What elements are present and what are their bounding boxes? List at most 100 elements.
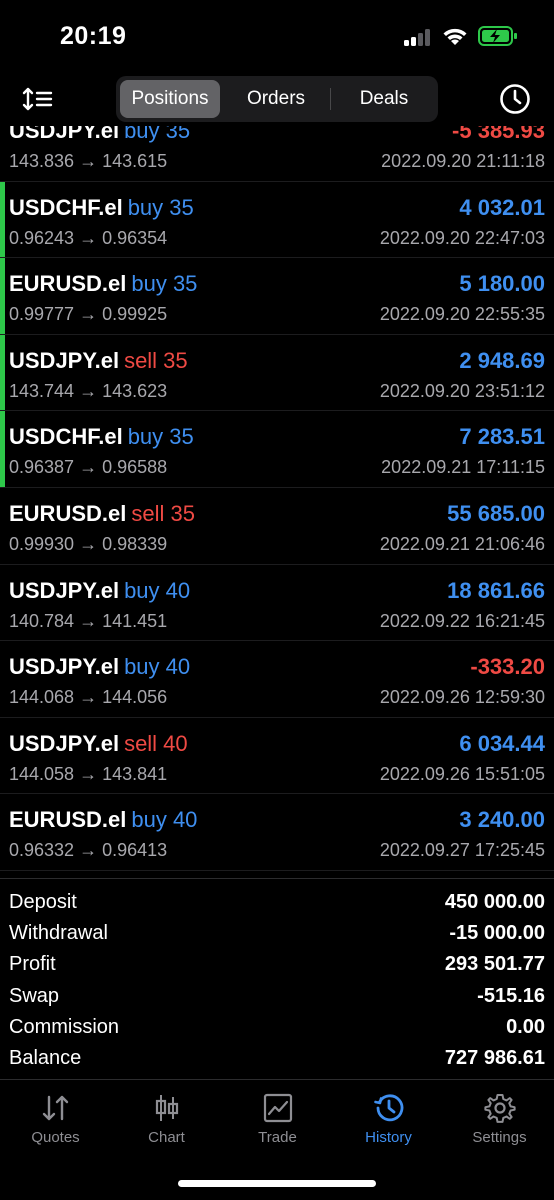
deal-side: sell 40: [124, 730, 188, 756]
deal-side: buy 40: [124, 654, 191, 680]
deal-prices: 144.058 → 143.841: [9, 763, 168, 784]
status-bar: 20:19: [0, 0, 554, 72]
summary-row-swap: Swap -515.16: [0, 983, 554, 1014]
deal-symbol: USDJPY.el: [9, 347, 120, 373]
tab-deals[interactable]: Deals: [334, 80, 434, 118]
tab-positions[interactable]: Positions: [120, 80, 220, 118]
history-toolbar: Positions Orders Deals: [0, 72, 554, 126]
deal-side: buy 40: [124, 577, 191, 603]
deal-row[interactable]: EURUSD.el buy 40 3 240.00 0.96332 → 0.96413…: [0, 794, 554, 871]
deal-symbol: EURUSD.el: [9, 500, 127, 526]
deal-side: buy 35: [127, 194, 194, 220]
deal-row-top: EURUSD.el buy 40 3 240.00: [9, 807, 545, 837]
deal-row-top: USDCHF.el buy 35 7 283.51: [9, 424, 545, 454]
summary-value: -515.16: [477, 984, 545, 1007]
deal-row-top: EURUSD.el sell 35 55 685.00: [9, 501, 545, 531]
deal-time: 2022.09.20 23:51:12: [379, 380, 545, 401]
deal-time: 2022.09.20 22:47:03: [379, 227, 545, 248]
deal-profit: 5 180.00: [459, 271, 545, 297]
deals-list[interactable]: USDJPY.el buy 35 -5 385.93 143.836 → 143.61…: [0, 126, 554, 878]
deal-time: 2022.09.27 17:25:45: [379, 840, 545, 861]
tab-history[interactable]: History: [333, 1093, 444, 1157]
deal-row-top: USDJPY.el sell 35 2 948.69: [9, 348, 545, 378]
deal-symbol: USDJPY.el: [9, 126, 120, 143]
deal-row[interactable]: USDJPY.el buy 40 -333.20 144.068 → 144.056 2…: [0, 641, 554, 718]
candlestick-icon: [155, 1095, 178, 1121]
tab-settings[interactable]: Settings: [444, 1093, 554, 1157]
deal-row-bottom: 0.96243 → 0.96354 2022.09.20 22:47:03: [9, 228, 545, 252]
deal-row-bottom: 0.99777 → 0.99925 2022.09.20 22:55:35: [9, 304, 545, 328]
deal-profit: 6 034.44: [459, 730, 545, 756]
deal-row-top: USDJPY.el buy 35 -5 385.93: [9, 126, 545, 148]
deal-row-bottom: 0.99930 → 0.98339 2022.09.21 21:06:46: [9, 534, 545, 558]
deal-side: buy 35: [124, 126, 191, 143]
deal-profit: -5 385.93: [452, 126, 545, 143]
deal-time: 2022.09.21 21:06:46: [379, 533, 545, 554]
summary-label: Balance: [9, 1046, 82, 1069]
deal-side: sell 35: [124, 347, 188, 373]
tab-history-label: History: [365, 1129, 412, 1146]
deal-row[interactable]: USDCHF.el buy 35 7 283.51 0.96387 → 0.96588…: [0, 411, 554, 488]
tab-quotes[interactable]: Quotes: [0, 1093, 111, 1157]
deal-row-bottom: 144.058 → 143.841 2022.09.26 15:51:05: [9, 764, 545, 788]
battery-charging-icon: [478, 26, 517, 46]
tab-quotes-label: Quotes: [31, 1129, 80, 1146]
deal-profit: 18 861.66: [447, 577, 545, 603]
summary-label: Profit: [9, 953, 56, 976]
tab-chart[interactable]: Chart: [111, 1093, 222, 1157]
summary-label: Deposit: [9, 891, 77, 913]
deal-side: buy 35: [127, 424, 194, 450]
deal-row-bottom: 0.96387 → 0.96588 2022.09.21 17:11:15: [9, 457, 545, 481]
deal-row[interactable]: EURUSD.el buy 35 5 180.00 0.99777 → 0.99925…: [0, 258, 554, 335]
period-clock-icon[interactable]: [498, 82, 532, 116]
deal-row-bottom: 143.744 → 143.623 2022.09.20 23:51:12: [9, 381, 545, 405]
deal-symbol: USDCHF.el: [9, 194, 123, 220]
deal-row-bottom: 0.96332 → 0.96413 2022.09.27 17:25:45: [9, 840, 545, 864]
deal-row[interactable]: USDCHF.el buy 35 4 032.01 0.96243 → 0.96354…: [0, 181, 554, 259]
deal-row-top: USDJPY.el buy 40 -333.20: [9, 654, 545, 684]
trade-chart-icon: [263, 1093, 292, 1123]
history-clock-icon: [373, 1094, 403, 1122]
deal-row-bottom: 140.784 → 141.451 2022.09.22 16:21:45: [9, 611, 545, 635]
summary-row-withdrawal: Withdrawal -15 000.00: [0, 920, 554, 951]
deal-side: buy 40: [131, 807, 198, 833]
summary-label: Commission: [9, 1015, 120, 1038]
summary-value: 727 986.61: [444, 1046, 545, 1069]
deal-prices: 140.784 → 141.451: [9, 610, 168, 631]
summary-label: Swap: [9, 984, 60, 1007]
deal-profit: -333.20: [470, 654, 545, 680]
deal-side: sell 35: [131, 500, 195, 526]
wifi-icon: [443, 28, 467, 45]
deal-row[interactable]: USDJPY.el buy 35 -5 385.93 143.836 → 143.61…: [0, 126, 554, 182]
deal-row-top: USDJPY.el buy 40 18 861.66: [9, 578, 545, 608]
deal-time: 2022.09.20 22:55:35: [379, 304, 545, 325]
deal-side: buy 35: [131, 271, 198, 297]
deal-time: 2022.09.22 16:21:45: [379, 610, 545, 631]
deal-time: 2022.09.21 17:11:15: [381, 457, 545, 478]
deal-prices: 144.068 → 144.056: [9, 687, 168, 708]
summary-label: Withdrawal: [9, 922, 108, 945]
quotes-arrows-icon: [42, 1095, 68, 1121]
deal-time: 2022.09.20 21:11:18: [381, 151, 545, 171]
deal-row-top: USDCHF.el buy 35 4 032.01: [9, 195, 545, 225]
tab-chart-label: Chart: [148, 1129, 185, 1146]
segment-divider: [330, 88, 331, 110]
tab-trade-label: Trade: [258, 1129, 297, 1146]
deal-prices: 143.836 → 143.615: [9, 151, 168, 171]
deal-symbol: USDJPY.el: [9, 577, 120, 603]
tab-orders[interactable]: Orders: [226, 80, 326, 118]
deal-profit: 4 032.01: [459, 194, 545, 220]
status-time: 20:19: [60, 22, 127, 50]
summary-row-profit: Profit 293 501.77: [0, 951, 554, 982]
deal-row-bottom: 144.068 → 144.056 2022.09.26 12:59:30: [9, 687, 545, 711]
deal-row[interactable]: USDJPY.el buy 40 18 861.66 140.784 → 141.45…: [0, 565, 554, 642]
tab-trade[interactable]: Trade: [222, 1093, 333, 1157]
deal-row[interactable]: USDJPY.el sell 35 2 948.69 143.744 → 143.62…: [0, 334, 554, 412]
deal-time: 2022.09.26 15:51:05: [379, 763, 545, 784]
deal-row[interactable]: EURUSD.el sell 35 55 685.00 0.99930 → 0.983…: [0, 488, 554, 565]
deal-prices: 0.99930 → 0.98339: [9, 533, 168, 554]
deal-row[interactable]: USDJPY.el sell 40 6 034.44 144.058 → 143.84…: [0, 718, 554, 795]
deal-row-top: USDJPY.el sell 40 6 034.44: [9, 731, 545, 761]
deal-prices: 0.96387 → 0.96588: [9, 457, 168, 478]
sort-icon[interactable]: [22, 84, 54, 114]
